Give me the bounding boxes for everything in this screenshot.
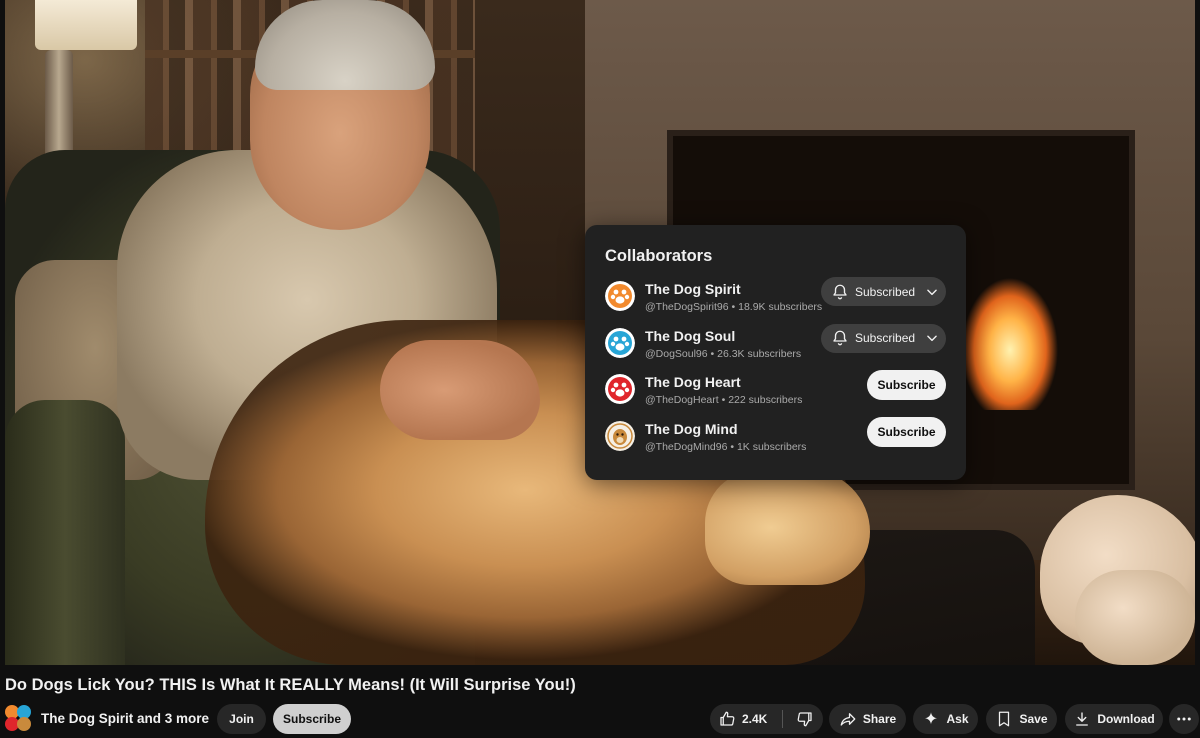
channel-name[interactable]: The Dog Heart — [645, 374, 741, 390]
download-button[interactable]: Download — [1065, 704, 1163, 734]
chair-arm — [5, 400, 125, 665]
share-label: Share — [862, 712, 897, 726]
divider — [782, 710, 783, 728]
fire — [950, 250, 1080, 410]
channel-avatar[interactable] — [605, 281, 635, 311]
channel-name[interactable]: The Dog Soul — [645, 328, 735, 344]
channel-avatar[interactable] — [605, 420, 635, 451]
bookmark-icon — [999, 711, 1010, 727]
channel-meta: @DogSoul96 • 26.3K subscribers — [645, 347, 802, 360]
channel-avatar[interactable] — [605, 327, 635, 358]
collaborator-row[interactable]: The Dog Spirit @TheDogSpirit96 • 18.9K s… — [605, 277, 946, 328]
sparkle-icon — [925, 712, 938, 725]
collaborator-row[interactable]: The Dog Soul @DogSoul96 • 26.3K subscrib… — [605, 323, 946, 375]
subscribe-button[interactable]: Subscribe — [867, 416, 946, 447]
dislike-button[interactable] — [786, 704, 823, 734]
like-count: 2.4K — [742, 712, 768, 726]
download-icon — [1076, 712, 1089, 726]
bell-icon — [833, 330, 847, 346]
chevron-down-icon — [927, 335, 937, 342]
owner-avatars[interactable] — [5, 705, 33, 733]
channel-meta: @TheDogMind96 • 1K subscribers — [645, 440, 807, 453]
join-button[interactable]: Join — [217, 704, 266, 734]
subscribed-label: Subscribed — [855, 331, 916, 345]
subscribed-button[interactable]: Subscribed — [821, 323, 946, 353]
download-label: Download — [1097, 712, 1155, 726]
slipper — [1075, 570, 1195, 665]
lamp-shade — [35, 0, 137, 50]
popup-title: Collaborators — [605, 247, 713, 265]
like-dislike-group: 2.4K — [710, 704, 823, 734]
channel-avatar — [17, 717, 31, 731]
subscribe-button[interactable]: Subscribe — [273, 704, 351, 734]
like-icon — [720, 711, 735, 726]
ask-label: Ask — [946, 712, 969, 726]
channel-meta: @TheDogSpirit96 • 18.9K subscribers — [645, 301, 823, 313]
save-button[interactable]: Save — [986, 704, 1057, 734]
more-actions-button[interactable] — [1169, 704, 1199, 734]
ask-button[interactable]: Ask — [913, 704, 978, 734]
subscribe-button[interactable]: Subscribe — [867, 370, 946, 400]
collaborators-popup: Collaborators The Dog Spirit @TheDogSpir… — [585, 225, 966, 480]
share-icon — [840, 713, 856, 726]
like-button[interactable]: 2.4K — [710, 704, 781, 734]
subscribed-button[interactable]: Subscribed — [821, 277, 946, 306]
dog-head — [705, 470, 870, 585]
collaborator-row[interactable]: The Dog Mind @TheDogMind96 • 1K subscrib… — [605, 416, 946, 468]
share-button[interactable]: Share — [829, 704, 906, 734]
dislike-icon — [797, 712, 812, 727]
subscribed-label: Subscribed — [855, 284, 916, 299]
owner-channels-link[interactable]: The Dog Spirit and 3 more — [41, 711, 209, 726]
video-title: Do Dogs Lick You? THIS Is What It REALLY… — [5, 676, 576, 694]
man-hand — [380, 340, 540, 440]
bell-icon — [833, 284, 847, 299]
save-label: Save — [1019, 712, 1048, 726]
channel-name[interactable]: The Dog Mind — [645, 421, 738, 437]
more-icon — [1177, 717, 1191, 721]
channel-name[interactable]: The Dog Spirit — [645, 281, 741, 297]
man-hair — [255, 0, 435, 90]
channel-meta: @TheDogHeart • 222 subscribers — [645, 394, 803, 406]
channel-avatar[interactable] — [605, 374, 635, 404]
collaborator-row[interactable]: The Dog Heart @TheDogHeart • 222 subscri… — [605, 370, 946, 421]
chevron-down-icon — [927, 289, 937, 295]
